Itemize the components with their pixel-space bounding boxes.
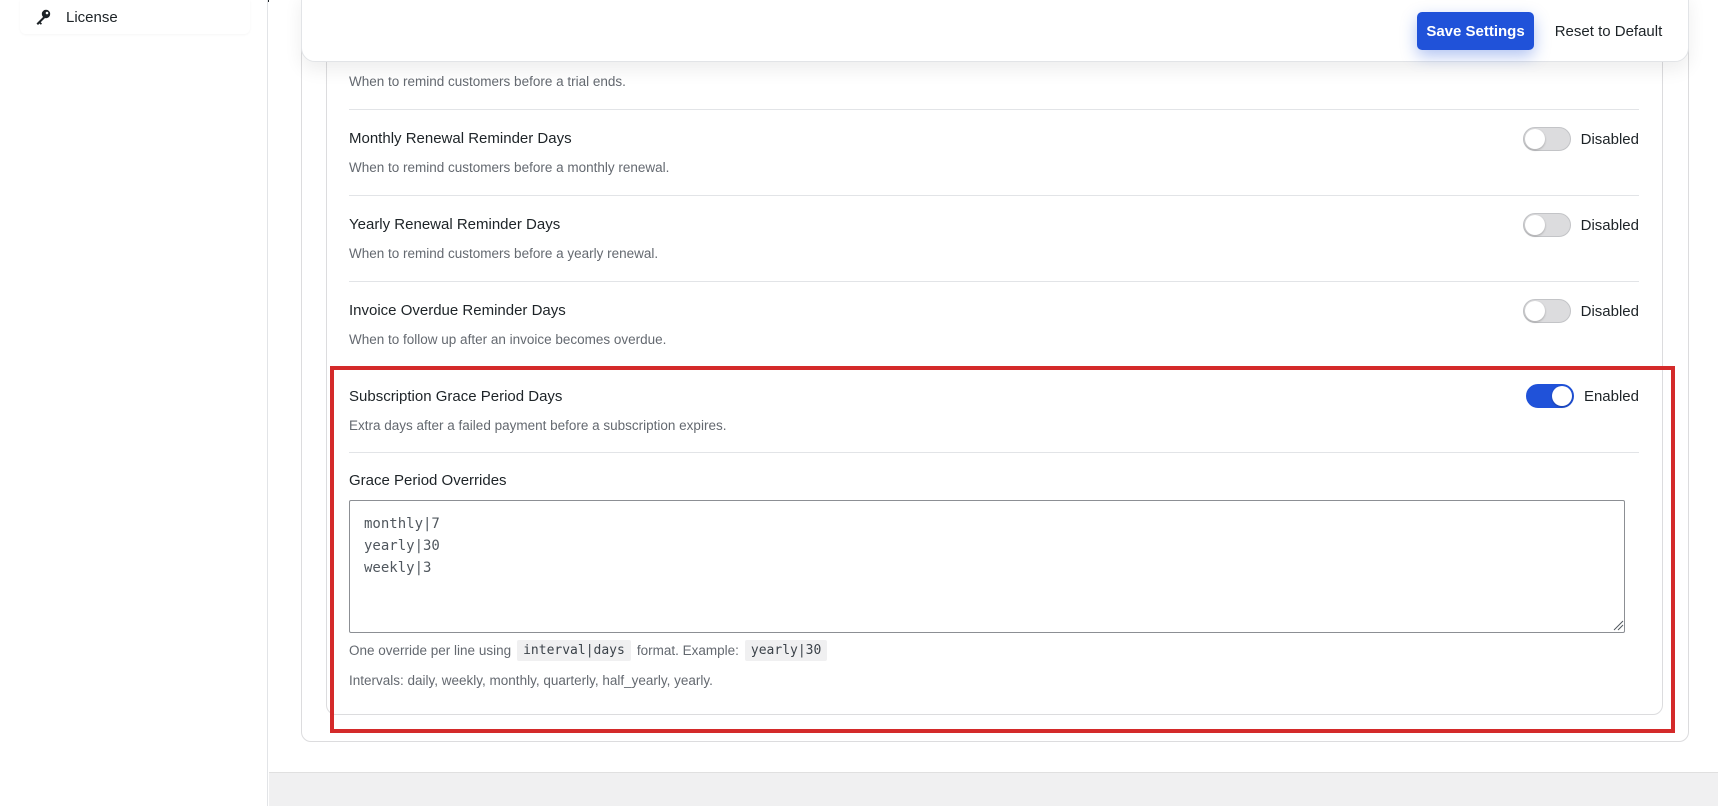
- grace-period-overrides-textarea[interactable]: monthly|7 yearly|30 weekly|3: [349, 500, 1625, 633]
- yearly-toggle[interactable]: [1522, 213, 1571, 237]
- monthly-toggle[interactable]: [1522, 127, 1571, 151]
- monthly-toggle-group: Disabled: [1522, 127, 1639, 151]
- toggle-knob: [1524, 129, 1545, 149]
- toggle-state-label: Disabled: [1580, 216, 1639, 234]
- toggle-knob: [1524, 301, 1545, 321]
- setting-title: Subscription Grace Period Days: [349, 388, 563, 405]
- toggle-knob: [1524, 215, 1545, 235]
- divider: [349, 109, 1639, 110]
- setting-description: When to remind customers before a yearly…: [349, 246, 659, 261]
- overrides-help-format: One override per line using interval|day…: [349, 640, 828, 661]
- setting-description: When to remind customers before a monthl…: [349, 160, 670, 175]
- save-settings-button[interactable]: Save Settings: [1417, 12, 1534, 50]
- toggle-state-label: Disabled: [1580, 130, 1639, 148]
- yearly-toggle-group: Disabled: [1522, 213, 1639, 237]
- setting-description: Extra days after a failed payment before…: [349, 418, 727, 433]
- sidebar: License: [0, 0, 268, 806]
- grace-period-toggle-group: Enabled: [1525, 384, 1639, 408]
- help-code-format: interval|days: [517, 640, 631, 661]
- setting-title: Invoice Overdue Reminder Days: [349, 302, 566, 319]
- divider: [349, 195, 1639, 196]
- toggle-knob: [1551, 386, 1572, 406]
- key-icon: [34, 8, 52, 26]
- resize-grip-icon[interactable]: [1612, 619, 1624, 631]
- sidebar-item-label: License: [66, 8, 118, 26]
- divider: [349, 452, 1639, 453]
- overrides-help-intervals: Intervals: daily, weekly, monthly, quart…: [349, 673, 713, 688]
- setting-description: When to follow up after an invoice becom…: [349, 332, 667, 347]
- setting-title: Yearly Renewal Reminder Days: [349, 216, 561, 233]
- grace-period-toggle[interactable]: [1525, 384, 1574, 408]
- toggle-state-label: Enabled: [1583, 387, 1639, 405]
- help-code-example: yearly|30: [744, 640, 828, 661]
- overrides-title: Grace Period Overrides: [349, 472, 507, 489]
- reset-to-default-button[interactable]: Reset to Default: [1546, 12, 1671, 50]
- setting-description: When to remind customers before a trial …: [349, 74, 626, 89]
- footer-band: [269, 772, 1718, 806]
- setting-title: Monthly Renewal Reminder Days: [349, 130, 572, 147]
- sidebar-item-license[interactable]: License: [20, 0, 250, 34]
- toggle-state-label: Disabled: [1580, 302, 1639, 320]
- help-text-middle: format. Example:: [636, 643, 739, 658]
- help-text-prefix: One override per line using: [349, 643, 512, 658]
- invoice-toggle[interactable]: [1522, 299, 1571, 323]
- divider: [349, 281, 1639, 282]
- invoice-toggle-group: Disabled: [1522, 299, 1639, 323]
